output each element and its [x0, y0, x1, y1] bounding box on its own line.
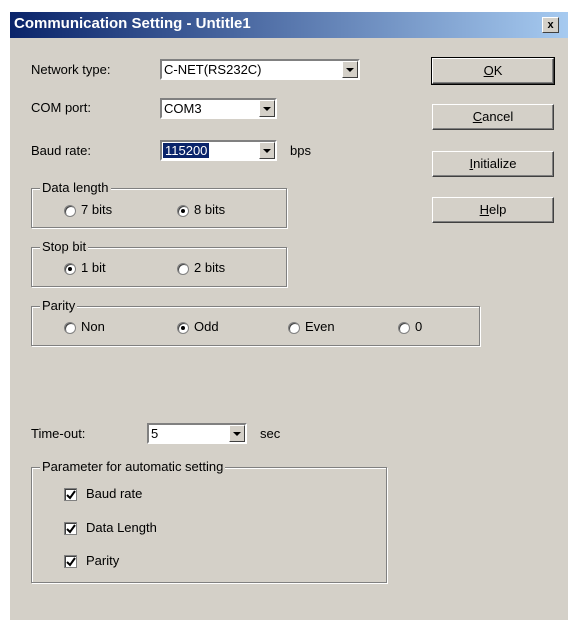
network-type-value: C-NET(RS232C) — [164, 62, 262, 77]
parity-non-label: Non — [81, 319, 105, 334]
timeout-select[interactable]: 5 — [147, 423, 247, 444]
data-length-7-radio[interactable] — [64, 205, 76, 217]
auto-baud-rate-label: Baud rate — [86, 486, 143, 501]
chevron-down-icon[interactable] — [259, 142, 275, 159]
title-bar[interactable]: Communication Setting - Untitle1 x — [10, 12, 568, 38]
ok-label-rest: K — [493, 63, 503, 78]
timeout-label: Time-out: — [31, 426, 86, 441]
parity-zero-label: 0 — [415, 319, 423, 334]
close-button[interactable]: x — [542, 17, 559, 33]
initialize-button[interactable]: Initialize — [432, 151, 554, 177]
checkmark-icon — [66, 490, 76, 500]
auto-setting-legend: Parameter for automatic setting — [40, 459, 226, 474]
cancel-button[interactable]: Cancel — [432, 104, 554, 130]
auto-data-length-label: Data Length — [86, 520, 157, 535]
auto-parity-checkbox[interactable] — [64, 555, 77, 568]
chevron-down-icon[interactable] — [259, 100, 275, 117]
parity-non-radio[interactable] — [64, 322, 76, 334]
data-length-7-label: 7 bits — [81, 202, 113, 217]
parity-even-label: Even — [305, 319, 335, 334]
stop-bit-1-radio[interactable] — [64, 263, 76, 275]
com-port-select[interactable]: COM3 — [160, 98, 277, 119]
parity-odd-radio[interactable] — [177, 322, 189, 334]
ok-accel: O — [483, 63, 494, 78]
baud-rate-value: 115200 — [161, 142, 211, 159]
com-port-label: COM port: — [31, 100, 91, 115]
checkmark-icon — [66, 557, 76, 567]
auto-data-length-checkbox[interactable] — [64, 522, 77, 535]
parity-odd-label: Odd — [194, 319, 219, 334]
baud-rate-unit: bps — [290, 143, 311, 158]
stop-bit-legend: Stop bit — [40, 239, 89, 254]
close-icon: x — [547, 19, 554, 31]
stop-bit-1-label: 1 bit — [81, 260, 106, 275]
data-length-legend: Data length — [40, 180, 111, 195]
chevron-down-icon[interactable] — [342, 61, 358, 78]
checkmark-icon — [66, 524, 76, 534]
com-port-value: COM3 — [164, 101, 202, 116]
cancel-label-rest: ancel — [482, 109, 514, 124]
communication-setting-dialog: Communication Setting - Untitle1 x Netwo… — [10, 12, 568, 620]
parity-legend: Parity — [40, 298, 78, 313]
window-title: Communication Setting - Untitle1 — [14, 15, 251, 32]
timeout-value: 5 — [151, 426, 159, 441]
stop-bit-2-label: 2 bits — [194, 260, 226, 275]
network-type-label: Network type: — [31, 62, 111, 77]
timeout-unit: sec — [260, 426, 281, 441]
network-type-select[interactable]: C-NET(RS232C) — [160, 59, 360, 80]
chevron-down-icon[interactable] — [229, 425, 245, 442]
ok-button[interactable]: OK — [431, 57, 555, 85]
baud-rate-label: Baud rate: — [31, 143, 91, 158]
parity-even-radio[interactable] — [288, 322, 300, 334]
data-length-8-radio[interactable] — [177, 205, 189, 217]
initialize-label-rest: nitialize — [473, 156, 517, 171]
help-accel: H — [479, 202, 490, 217]
help-label-rest: elp — [489, 202, 507, 217]
auto-baud-rate-checkbox[interactable] — [64, 488, 77, 501]
help-button[interactable]: Help — [432, 197, 554, 223]
data-length-8-label: 8 bits — [194, 202, 226, 217]
auto-parity-label: Parity — [86, 553, 120, 568]
stop-bit-2-radio[interactable] — [177, 263, 189, 275]
cancel-accel: C — [472, 109, 483, 124]
parity-zero-radio[interactable] — [398, 322, 410, 334]
auto-setting-group: Parameter for automatic setting — [31, 459, 387, 583]
baud-rate-select[interactable]: 115200 — [160, 140, 277, 161]
